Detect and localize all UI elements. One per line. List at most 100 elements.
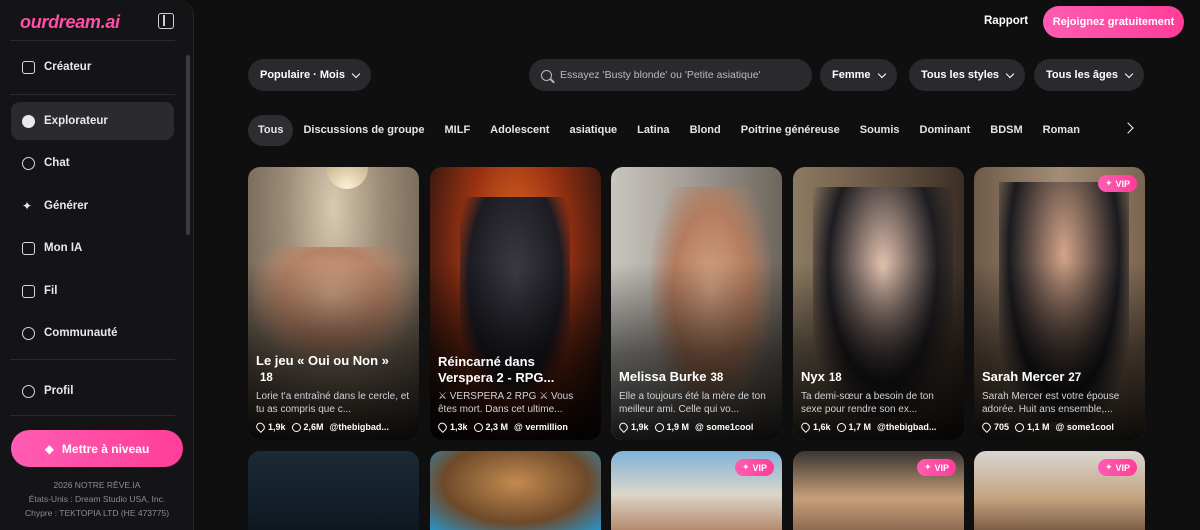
plus-square-icon <box>22 60 35 74</box>
sidebar-item-label: Créateur <box>44 61 92 73</box>
chat-icon <box>291 422 301 432</box>
sidebar-item-explorateur[interactable]: Explorateur <box>11 102 174 140</box>
card-name: Réincarné dans Verspera 2 - RPG... <box>438 354 555 385</box>
sidebar-item-generer[interactable]: ✦ Générer <box>11 187 174 225</box>
card-name: Sarah Mercer <box>982 369 1065 384</box>
sidebar-scrollbar[interactable] <box>186 55 190 235</box>
character-card[interactable]: Nyx 18 Ta demi-sœur a besoin de ton sexe … <box>793 167 964 440</box>
gender-label: Femme <box>832 69 871 81</box>
character-card[interactable]: ✦ VIP <box>793 451 964 530</box>
card-age: 18 <box>260 372 273 384</box>
likes-count: 1,9k <box>268 422 286 432</box>
card-name: Melissa Burke <box>619 369 707 384</box>
chats-count: 1,7 M <box>848 422 872 432</box>
play-square-icon <box>22 284 35 298</box>
tag-tous[interactable]: Tous <box>248 114 294 146</box>
logo[interactable]: ourdream.ai <box>20 12 120 33</box>
author-link[interactable]: @thebigbad... <box>330 422 389 432</box>
card-description: Sarah Mercer est votre épouse adorée. Hu… <box>982 391 1120 415</box>
sidebar-item-mon-ia[interactable]: Mon IA <box>11 229 174 267</box>
sidebar-item-profil[interactable]: Profil <box>11 372 174 410</box>
author-link[interactable]: @ vermillion <box>514 422 568 432</box>
card-age: 27 <box>1068 372 1082 384</box>
character-card[interactable]: ✦ VIP Sarah Mercer 27 Sarah Mercer est vot… <box>974 167 1145 440</box>
age-label: Tous les âges <box>1046 69 1118 81</box>
character-card[interactable]: ✦ VIP <box>974 451 1145 530</box>
tag-item[interactable]: Adolescent <box>480 115 559 146</box>
card-name: Le jeu « Oui ou Non » <box>256 353 389 368</box>
tag-item[interactable]: Dominant <box>910 115 981 146</box>
tag-item[interactable]: asiatique <box>559 115 627 146</box>
chat-icon <box>836 422 846 432</box>
divider <box>10 415 175 416</box>
vip-badge: ✦ VIP <box>1097 459 1137 476</box>
chats-count: 2,6M <box>303 422 324 432</box>
user-icon <box>22 384 35 398</box>
tag-item[interactable]: Soumis <box>850 115 910 146</box>
sidebar-item-label: Fil <box>44 285 58 297</box>
footer-cyprus: Chypre : TEKTOPIA LTD (HE 473775) <box>24 508 170 518</box>
sidebar-toggle-icon[interactable] <box>158 13 174 29</box>
card-description: ⚔ VERSPERA 2 RPG ⚔ Vous êtes mort. Dans … <box>438 391 574 415</box>
author-link[interactable]: @ some1cool <box>1056 422 1114 432</box>
tag-item[interactable]: MILF <box>435 115 481 146</box>
join-button[interactable]: Rejoignez gratuitement <box>1043 6 1184 38</box>
sparkle-icon: ✦ <box>741 462 750 472</box>
sidebar-item-chat[interactable]: Chat <box>11 144 174 182</box>
sparkles-icon: ✦ <box>22 198 33 213</box>
sort-dropdown[interactable]: Populaire · Mois <box>248 59 371 91</box>
search-bar[interactable] <box>529 59 812 91</box>
character-card[interactable]: Le jeu « Oui ou Non » 18 Lorie t'a entra… <box>248 167 419 440</box>
chat-icon <box>1015 422 1025 432</box>
character-card[interactable] <box>430 451 601 530</box>
chevron-right-icon[interactable] <box>1122 122 1134 134</box>
sparkle-icon: ✦ <box>923 462 932 472</box>
card-stats: 705 1,1 M @ some1cool <box>980 420 1137 434</box>
tag-item[interactable]: Latina <box>627 115 679 146</box>
chat-bubble-icon <box>22 156 35 170</box>
card-name: Nyx <box>801 369 825 384</box>
vip-badge: ✦ VIP <box>916 459 956 476</box>
character-card[interactable] <box>248 451 419 530</box>
sidebar-item-label: Chat <box>44 157 70 169</box>
footer-usa: États-Unis : Dream Studio USA, Inc. <box>28 494 166 504</box>
sidebar-item-fil[interactable]: Fil <box>11 272 174 310</box>
author-link[interactable]: @ some1cool <box>695 422 753 432</box>
card-stats: 1,9k 1,9 M @ some1cool <box>617 420 774 434</box>
upgrade-button[interactable]: ◆ Mettre à niveau <box>11 430 183 467</box>
sidebar-item-communaute[interactable]: Communauté <box>11 314 174 352</box>
gender-dropdown[interactable]: Femme <box>820 59 897 91</box>
compass-icon <box>22 114 35 128</box>
sidebar-item-label: Générer <box>44 200 89 212</box>
sparkle-icon: ✦ <box>1104 178 1113 188</box>
character-card[interactable]: Réincarné dans Verspera 2 - RPG... ⚔ VER… <box>430 167 601 440</box>
vip-badge: ✦ VIP <box>734 459 774 476</box>
tag-item[interactable]: Discussions de groupe <box>293 115 434 146</box>
style-dropdown[interactable]: Tous les styles <box>909 59 1026 91</box>
divider <box>10 94 175 95</box>
sidebar-item-createur[interactable]: Créateur <box>11 48 174 86</box>
divider <box>10 359 175 360</box>
card-age: 18 <box>828 372 842 384</box>
heart-icon <box>617 420 630 434</box>
tag-item[interactable]: Poitrine généreuse <box>731 115 850 146</box>
age-dropdown[interactable]: Tous les âges <box>1034 59 1144 91</box>
tag-item[interactable]: BDSM <box>980 115 1032 146</box>
sort-label: Populaire · Mois <box>260 69 345 81</box>
sidebar-item-label: Explorateur <box>44 115 108 127</box>
tag-item[interactable]: Blond <box>680 115 731 146</box>
report-link[interactable]: Rapport <box>984 15 1028 27</box>
sidebar-item-label: Mon IA <box>44 242 83 254</box>
tag-item[interactable]: Roman <box>1033 115 1090 146</box>
chevron-down-icon <box>1124 69 1134 78</box>
character-card[interactable]: Melissa Burke 38 Elle a toujours été la m… <box>611 167 782 440</box>
footer-copyright: 2026 NOTRE RÊVE.IA <box>53 480 141 490</box>
card-stats: 1,6k 1,7 M @thebigbad... <box>799 420 956 434</box>
author-link[interactable]: @thebigbad... <box>877 422 936 432</box>
chat-icon <box>654 422 664 432</box>
search-input[interactable] <box>560 69 800 81</box>
character-card[interactable]: ✦ VIP <box>611 451 782 530</box>
upgrade-label: Mettre à niveau <box>61 441 150 456</box>
heart-icon <box>254 420 267 434</box>
chats-count: 1,1 M <box>1027 422 1050 432</box>
